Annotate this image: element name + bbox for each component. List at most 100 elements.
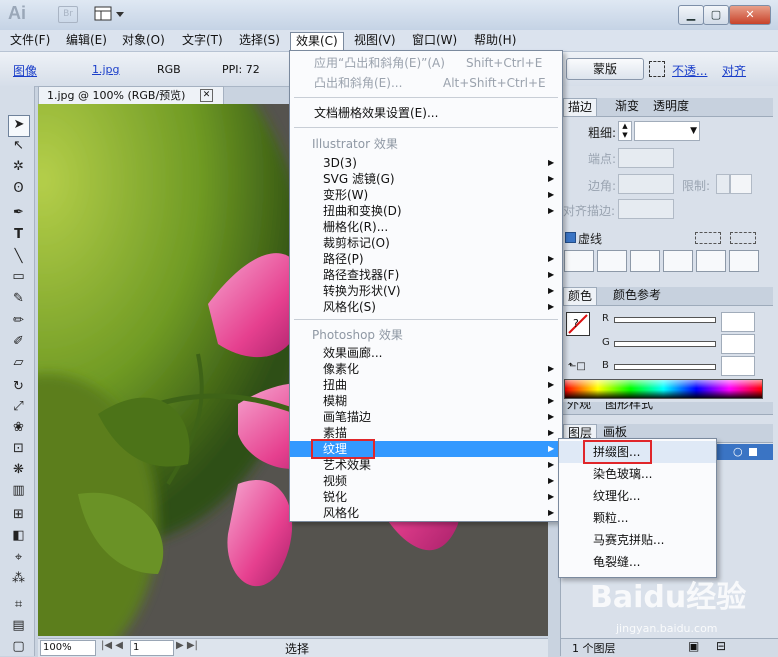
tab-gradient[interactable]: 渐变 bbox=[611, 98, 643, 115]
menu-item-path[interactable]: 路径(P) ▶ bbox=[290, 251, 562, 267]
document-raster-settings-item[interactable]: 文档栅格效果设置(E)... bbox=[290, 105, 562, 121]
eraser-tool[interactable]: ▱ bbox=[10, 354, 27, 371]
pencil-tool[interactable]: ✏ bbox=[10, 312, 27, 329]
menu-help[interactable]: 帮助(H) bbox=[469, 32, 521, 49]
align-stroke-buttons[interactable] bbox=[618, 199, 674, 219]
dash-field-1[interactable] bbox=[564, 250, 594, 272]
menu-item-stylize-photoshop[interactable]: 风格化 ▶ bbox=[290, 505, 562, 521]
arrange-documents-button[interactable] bbox=[94, 5, 128, 23]
document-tab-close-icon[interactable]: ✕ bbox=[200, 89, 213, 102]
color-spectrum-bar[interactable] bbox=[564, 379, 763, 399]
blue-value-input[interactable] bbox=[721, 356, 755, 376]
document-tab[interactable]: 1.jpg @ 100% (RGB/预览) bbox=[38, 86, 224, 105]
menu-file[interactable]: 文件(F) bbox=[5, 32, 55, 49]
dash-corner-icon[interactable] bbox=[695, 232, 721, 244]
blend-tool[interactable]: ⁂ bbox=[10, 570, 27, 587]
tab-appearance[interactable]: 外观 bbox=[563, 402, 595, 413]
pen-tool[interactable]: ✒ bbox=[10, 204, 27, 221]
symbol-sprayer-tool[interactable]: ❋ bbox=[10, 461, 27, 478]
stroke-weight-stepper[interactable]: ▲ ▼ bbox=[618, 121, 632, 141]
menu-item-convert-to-shape[interactable]: 转换为形状(V) ▶ bbox=[290, 283, 562, 299]
tab-color[interactable]: 颜色 bbox=[563, 287, 598, 305]
free-transform-tool[interactable]: ⊡ bbox=[10, 440, 27, 457]
menu-type[interactable]: 文字(T) bbox=[177, 32, 228, 49]
direct-selection-tool[interactable]: ↖ bbox=[10, 137, 27, 154]
eyedropper-tool[interactable]: ⌖ bbox=[10, 549, 27, 566]
menu-item-pixelate[interactable]: 像素化 ▶ bbox=[290, 361, 562, 377]
red-slider[interactable] bbox=[614, 317, 716, 323]
warp-tool[interactable]: ❀ bbox=[10, 419, 27, 436]
tab-color-guide[interactable]: 颜色参考 bbox=[609, 287, 665, 304]
menu-item-artistic[interactable]: 艺术效果 ▶ bbox=[290, 457, 562, 473]
menu-item-blur[interactable]: 模糊 ▶ bbox=[290, 393, 562, 409]
align-link[interactable]: 对齐 bbox=[722, 62, 746, 79]
menu-item-pathfinder[interactable]: 路径查找器(F) ▶ bbox=[290, 267, 562, 283]
green-slider[interactable] bbox=[614, 341, 716, 347]
tab-graphic-styles[interactable]: 图形样式 bbox=[601, 402, 657, 413]
filename-link[interactable]: 1.jpg bbox=[92, 63, 120, 76]
scale-tool[interactable]: ⤢ bbox=[10, 398, 27, 415]
rectangle-tool[interactable]: ▭ bbox=[10, 268, 27, 285]
last-effect-item[interactable]: 凸出和斜角(E)... Alt+Shift+Ctrl+E bbox=[290, 75, 562, 91]
submenu-item-texturizer[interactable]: 纹理化... bbox=[559, 485, 716, 507]
out-of-gamut-icon[interactable]: ⬑□ bbox=[568, 361, 586, 372]
type-tool[interactable]: T bbox=[10, 226, 27, 243]
dash-field-3[interactable] bbox=[630, 250, 660, 272]
menu-item-svg-filters[interactable]: SVG 滤镜(G) ▶ bbox=[290, 171, 562, 187]
mesh-tool[interactable]: ⊞ bbox=[10, 506, 27, 523]
menu-item-stylize-illustrator[interactable]: 风格化(S) ▶ bbox=[290, 299, 562, 315]
menu-view[interactable]: 视图(V) bbox=[349, 32, 401, 49]
hand-tool[interactable]: ▤ bbox=[10, 617, 27, 634]
zoom-select[interactable]: 100% bbox=[40, 640, 96, 656]
lasso-tool[interactable]: ʘ bbox=[10, 180, 27, 197]
next-artboard-icon[interactable]: ▶ ▶| bbox=[176, 640, 198, 651]
bridge-button[interactable]: Br bbox=[58, 6, 78, 23]
gradient-tool[interactable]: ◧ bbox=[10, 527, 27, 544]
green-value-input[interactable] bbox=[721, 334, 755, 354]
dash-field-6[interactable] bbox=[729, 250, 759, 272]
minimize-button[interactable]: ▁ bbox=[678, 5, 704, 25]
menu-select[interactable]: 选择(S) bbox=[234, 32, 285, 49]
fill-stroke-swatch[interactable]: ? bbox=[566, 312, 590, 336]
selection-tool[interactable]: ➤ bbox=[8, 115, 30, 137]
submenu-item-grain[interactable]: 颗粒... bbox=[559, 507, 716, 529]
target-icon[interactable]: ○ bbox=[733, 445, 743, 458]
dashed-checkbox[interactable] bbox=[565, 232, 576, 243]
limit-input[interactable] bbox=[730, 174, 752, 194]
status-text[interactable]: 选择 bbox=[285, 640, 309, 657]
menu-item-video[interactable]: 视频 ▶ bbox=[290, 473, 562, 489]
menu-object[interactable]: 对象(O) bbox=[117, 32, 170, 49]
menu-item-crop-marks[interactable]: 裁剪标记(O) bbox=[290, 235, 562, 251]
delete-layer-icon[interactable]: ⊟ bbox=[716, 639, 726, 653]
magic-wand-tool[interactable]: ✲ bbox=[10, 158, 27, 175]
menu-item-3d[interactable]: 3D(3) ▶ bbox=[290, 155, 562, 171]
tab-stroke[interactable]: 描边 bbox=[563, 98, 598, 116]
blue-slider[interactable] bbox=[614, 364, 716, 370]
apply-last-effect-item[interactable]: 应用“凸出和斜角(E)”(A) Shift+Ctrl+E bbox=[290, 55, 562, 71]
opacity-link[interactable]: 不透... bbox=[672, 62, 707, 79]
menu-item-effect-gallery[interactable]: 效果画廊... bbox=[290, 345, 562, 361]
dash-align-icon[interactable] bbox=[730, 232, 756, 244]
dash-field-4[interactable] bbox=[663, 250, 693, 272]
red-value-input[interactable] bbox=[721, 312, 755, 332]
menu-window[interactable]: 窗口(W) bbox=[407, 32, 462, 49]
menu-item-sharpen[interactable]: 锐化 ▶ bbox=[290, 489, 562, 505]
tab-transparency[interactable]: 透明度 bbox=[649, 98, 693, 115]
column-graph-tool[interactable]: ▥ bbox=[10, 482, 27, 499]
blob-brush-tool[interactable]: ✐ bbox=[10, 333, 27, 350]
rotate-tool[interactable]: ↻ bbox=[10, 378, 27, 395]
corner-buttons[interactable] bbox=[618, 174, 674, 194]
limit-stepper[interactable] bbox=[716, 174, 730, 194]
slice-tool[interactable]: ⌗ bbox=[10, 596, 27, 613]
transform-icon[interactable] bbox=[649, 61, 665, 77]
new-layer-icon[interactable]: ▣ bbox=[688, 639, 699, 653]
menu-item-rasterize[interactable]: 栅格化(R)... bbox=[290, 219, 562, 235]
zoom-tool[interactable]: ▢ bbox=[10, 638, 27, 655]
menu-item-texture[interactable]: 纹理 ▶ bbox=[290, 439, 562, 459]
brush-tool[interactable]: ✎ bbox=[10, 290, 27, 307]
menu-item-warp[interactable]: 变形(W) ▶ bbox=[290, 187, 562, 203]
object-type-link[interactable]: 图像 bbox=[13, 62, 37, 79]
menu-effect[interactable]: 效果(C) bbox=[290, 32, 344, 50]
menu-edit[interactable]: 编辑(E) bbox=[61, 32, 112, 49]
selection-indicator-icon[interactable] bbox=[749, 448, 757, 456]
